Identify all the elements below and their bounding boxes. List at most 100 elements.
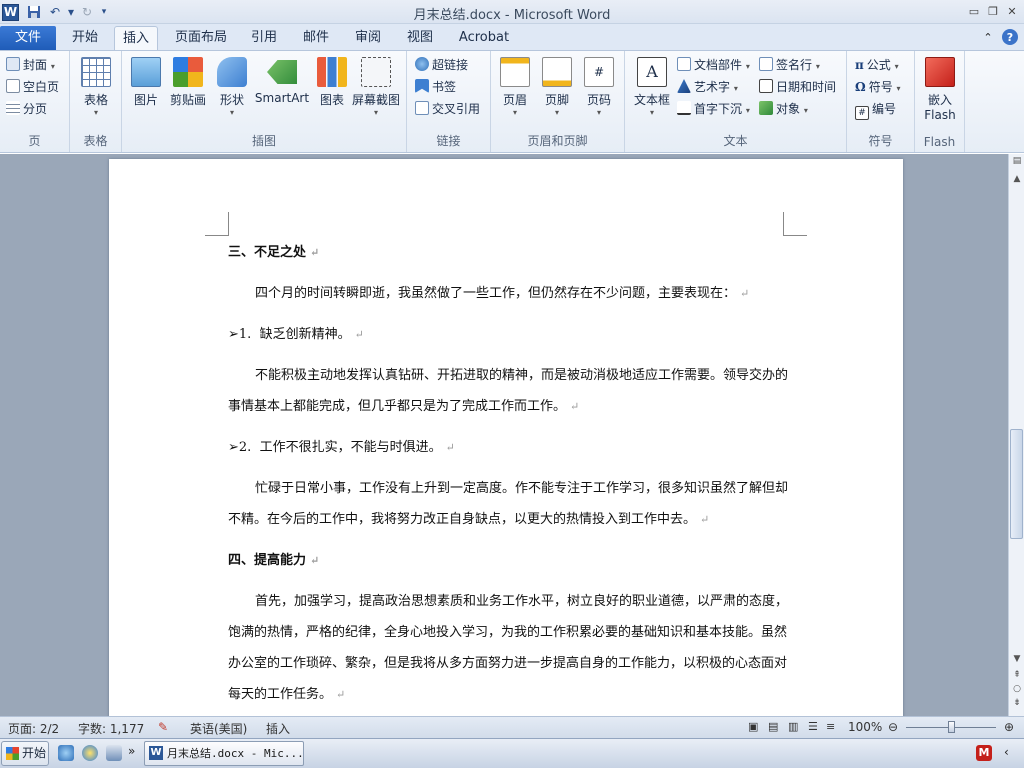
- document-body[interactable]: 三、不足之处 ↵ 四个月的时间转瞬即逝，我虽然做了一些工作，但仍然存在不少问题，主…: [228, 231, 788, 710]
- quick-parts-button[interactable]: 文档部件 ▾: [677, 55, 750, 75]
- zoom-level[interactable]: 100%: [848, 720, 882, 734]
- page-number-button[interactable]: # 页码 ▾: [577, 57, 621, 117]
- minimize-ribbon-icon[interactable]: ⌃: [980, 29, 996, 45]
- help-icon[interactable]: ?: [1002, 29, 1018, 45]
- taskbar-word-window[interactable]: W 月末总结.docx - Mic...: [144, 741, 304, 766]
- paragraph-mark: ↵: [445, 441, 455, 454]
- scrollbar-thumb[interactable]: [1010, 429, 1023, 539]
- draft-icon[interactable]: ≡: [826, 720, 835, 733]
- paragraph-text: 四个月的时间转瞬即逝，我虽然做了一些工作，但仍然存在不少问题，主要表现在：: [255, 286, 737, 301]
- chevron-down-icon: ▾: [554, 108, 559, 117]
- tab-acrobat[interactable]: Acrobat: [452, 26, 516, 50]
- tray-expand-icon[interactable]: ‹: [1004, 745, 1009, 759]
- language-indicator[interactable]: 英语(美国): [190, 720, 247, 737]
- clip-art-button[interactable]: 剪贴画: [166, 57, 210, 108]
- drop-cap-button[interactable]: 首字下沉 ▾: [677, 99, 750, 119]
- show-desktop-icon[interactable]: [58, 745, 74, 761]
- text-box-button[interactable]: A 文本框 ▾: [629, 57, 675, 117]
- list-bullet: ➢2.: [228, 440, 252, 455]
- quick-launch-icon[interactable]: [106, 745, 122, 761]
- cover-page-button[interactable]: 封面 ▾: [6, 55, 55, 75]
- word-count[interactable]: 字数: 1,177: [78, 720, 144, 737]
- paragraph-mark: ↵: [700, 513, 710, 526]
- heading-improve: 四、提高能力 ↵: [228, 545, 788, 576]
- scroll-up-icon[interactable]: ▲: [1009, 174, 1024, 188]
- cross-reference-icon: [415, 101, 429, 115]
- tab-mailings[interactable]: 邮件: [296, 26, 336, 50]
- hyperlink-button[interactable]: 超链接: [415, 55, 468, 75]
- tab-file[interactable]: 文件: [0, 26, 56, 50]
- tab-view[interactable]: 视图: [400, 26, 440, 50]
- screenshot-button[interactable]: 屏幕截图 ▾: [350, 57, 402, 117]
- windows-flag-icon: [6, 747, 19, 760]
- blank-page-button[interactable]: 空白页: [6, 77, 59, 97]
- tray-app-icon[interactable]: M: [976, 745, 992, 761]
- zoom-out-icon[interactable]: ⊖: [888, 720, 898, 734]
- wordart-button[interactable]: 艺术字 ▾: [677, 77, 738, 97]
- chart-button[interactable]: 图表: [310, 57, 354, 108]
- proofing-icon[interactable]: ✎: [158, 720, 168, 734]
- cross-reference-button[interactable]: 交叉引用: [415, 99, 480, 119]
- object-button[interactable]: 对象 ▾: [759, 99, 808, 119]
- previous-page-icon[interactable]: ⇞: [1009, 670, 1024, 684]
- footer-button[interactable]: 页脚 ▾: [535, 57, 579, 117]
- signature-line-button[interactable]: 签名行 ▾: [759, 55, 820, 75]
- tab-review[interactable]: 审阅: [348, 26, 388, 50]
- print-layout-icon[interactable]: ▣: [748, 720, 758, 733]
- group-tables-title: 表格: [83, 134, 108, 148]
- group-illustrations: 图片 剪贴画 形状 ▾ SmartArt 图表 屏幕截图 ▾ 插图: [122, 51, 407, 152]
- bookmark-icon: [415, 79, 429, 93]
- smartart-button[interactable]: SmartArt: [254, 57, 310, 105]
- page-break-button[interactable]: 分页: [6, 99, 47, 119]
- list-bullet: ➢1.: [228, 327, 252, 342]
- close-icon[interactable]: ✕: [1004, 3, 1020, 19]
- ruler-toggle-icon[interactable]: ▤: [1009, 156, 1024, 170]
- scroll-down-icon[interactable]: ▼: [1009, 654, 1024, 668]
- clip-art-icon: [173, 57, 203, 87]
- outline-icon[interactable]: ☰: [808, 720, 818, 733]
- browse-object-icon[interactable]: ○: [1009, 684, 1024, 698]
- chevron-down-icon: ▾: [896, 84, 901, 93]
- shapes-button[interactable]: 形状 ▾: [210, 57, 254, 117]
- symbol-button[interactable]: Ω 符号 ▾: [855, 77, 901, 97]
- start-label: 开始: [22, 746, 47, 760]
- table-label: 表格: [83, 93, 108, 107]
- zoom-slider-thumb[interactable]: [948, 721, 955, 733]
- start-button[interactable]: 开始: [1, 741, 49, 766]
- document-page[interactable]: 三、不足之处 ↵ 四个月的时间转瞬即逝，我虽然做了一些工作，但仍然存在不少问题，主…: [109, 159, 903, 719]
- full-screen-reading-icon[interactable]: ▤: [768, 720, 778, 733]
- paragraph-intro: 四个月的时间转瞬即逝，我虽然做了一些工作，但仍然存在不少问题，主要表现在： ↵: [228, 278, 788, 309]
- text-box-icon: A: [637, 57, 667, 87]
- cover-page-icon: [6, 57, 20, 71]
- bookmark-label: 书签: [432, 80, 457, 94]
- table-button[interactable]: 表格 ▾: [74, 57, 118, 117]
- picture-button[interactable]: 图片: [124, 57, 168, 108]
- object-icon: [759, 101, 773, 115]
- header-button[interactable]: 页眉 ▾: [493, 57, 537, 117]
- embed-flash-button[interactable]: 嵌入 Flash: [918, 57, 962, 122]
- insert-mode-indicator[interactable]: 插入: [266, 720, 290, 737]
- tab-home[interactable]: 开始: [60, 26, 110, 50]
- numbering-button[interactable]: # 编号: [855, 99, 896, 120]
- picture-label: 图片: [133, 93, 158, 107]
- tab-insert[interactable]: 插入: [114, 26, 158, 50]
- symbol-label: 符号: [868, 80, 893, 94]
- bookmark-button[interactable]: 书签: [415, 77, 456, 97]
- zoom-in-icon[interactable]: ⊕: [1004, 720, 1014, 734]
- restore-icon[interactable]: ❐: [985, 3, 1001, 19]
- ribbon-insert: 封面 ▾ 空白页 分页 页 表格 ▾ 表格 图片 剪贴画 形状 ▾ SmartA…: [0, 50, 1024, 153]
- tab-references[interactable]: 引用: [244, 26, 284, 50]
- hyperlink-label: 超链接: [432, 58, 469, 72]
- web-layout-icon[interactable]: ▥: [788, 720, 798, 733]
- minimize-icon[interactable]: ▭: [966, 3, 982, 19]
- more-quick-launch-icon[interactable]: »: [128, 744, 135, 758]
- paragraph-mark: ↵: [310, 554, 320, 567]
- vertical-scrollbar[interactable]: ▤ ▲ ▼ ⇞ ○ ⇟: [1008, 154, 1024, 716]
- internet-explorer-icon[interactable]: [82, 745, 98, 761]
- group-symbols-title: 符号: [868, 134, 893, 148]
- next-page-icon[interactable]: ⇟: [1009, 698, 1024, 712]
- equation-button[interactable]: π 公式 ▾: [855, 55, 899, 75]
- date-time-button[interactable]: 日期和时间: [759, 77, 836, 97]
- tab-page-layout[interactable]: 页面布局: [168, 26, 234, 50]
- page-count[interactable]: 页面: 2/2: [8, 720, 59, 737]
